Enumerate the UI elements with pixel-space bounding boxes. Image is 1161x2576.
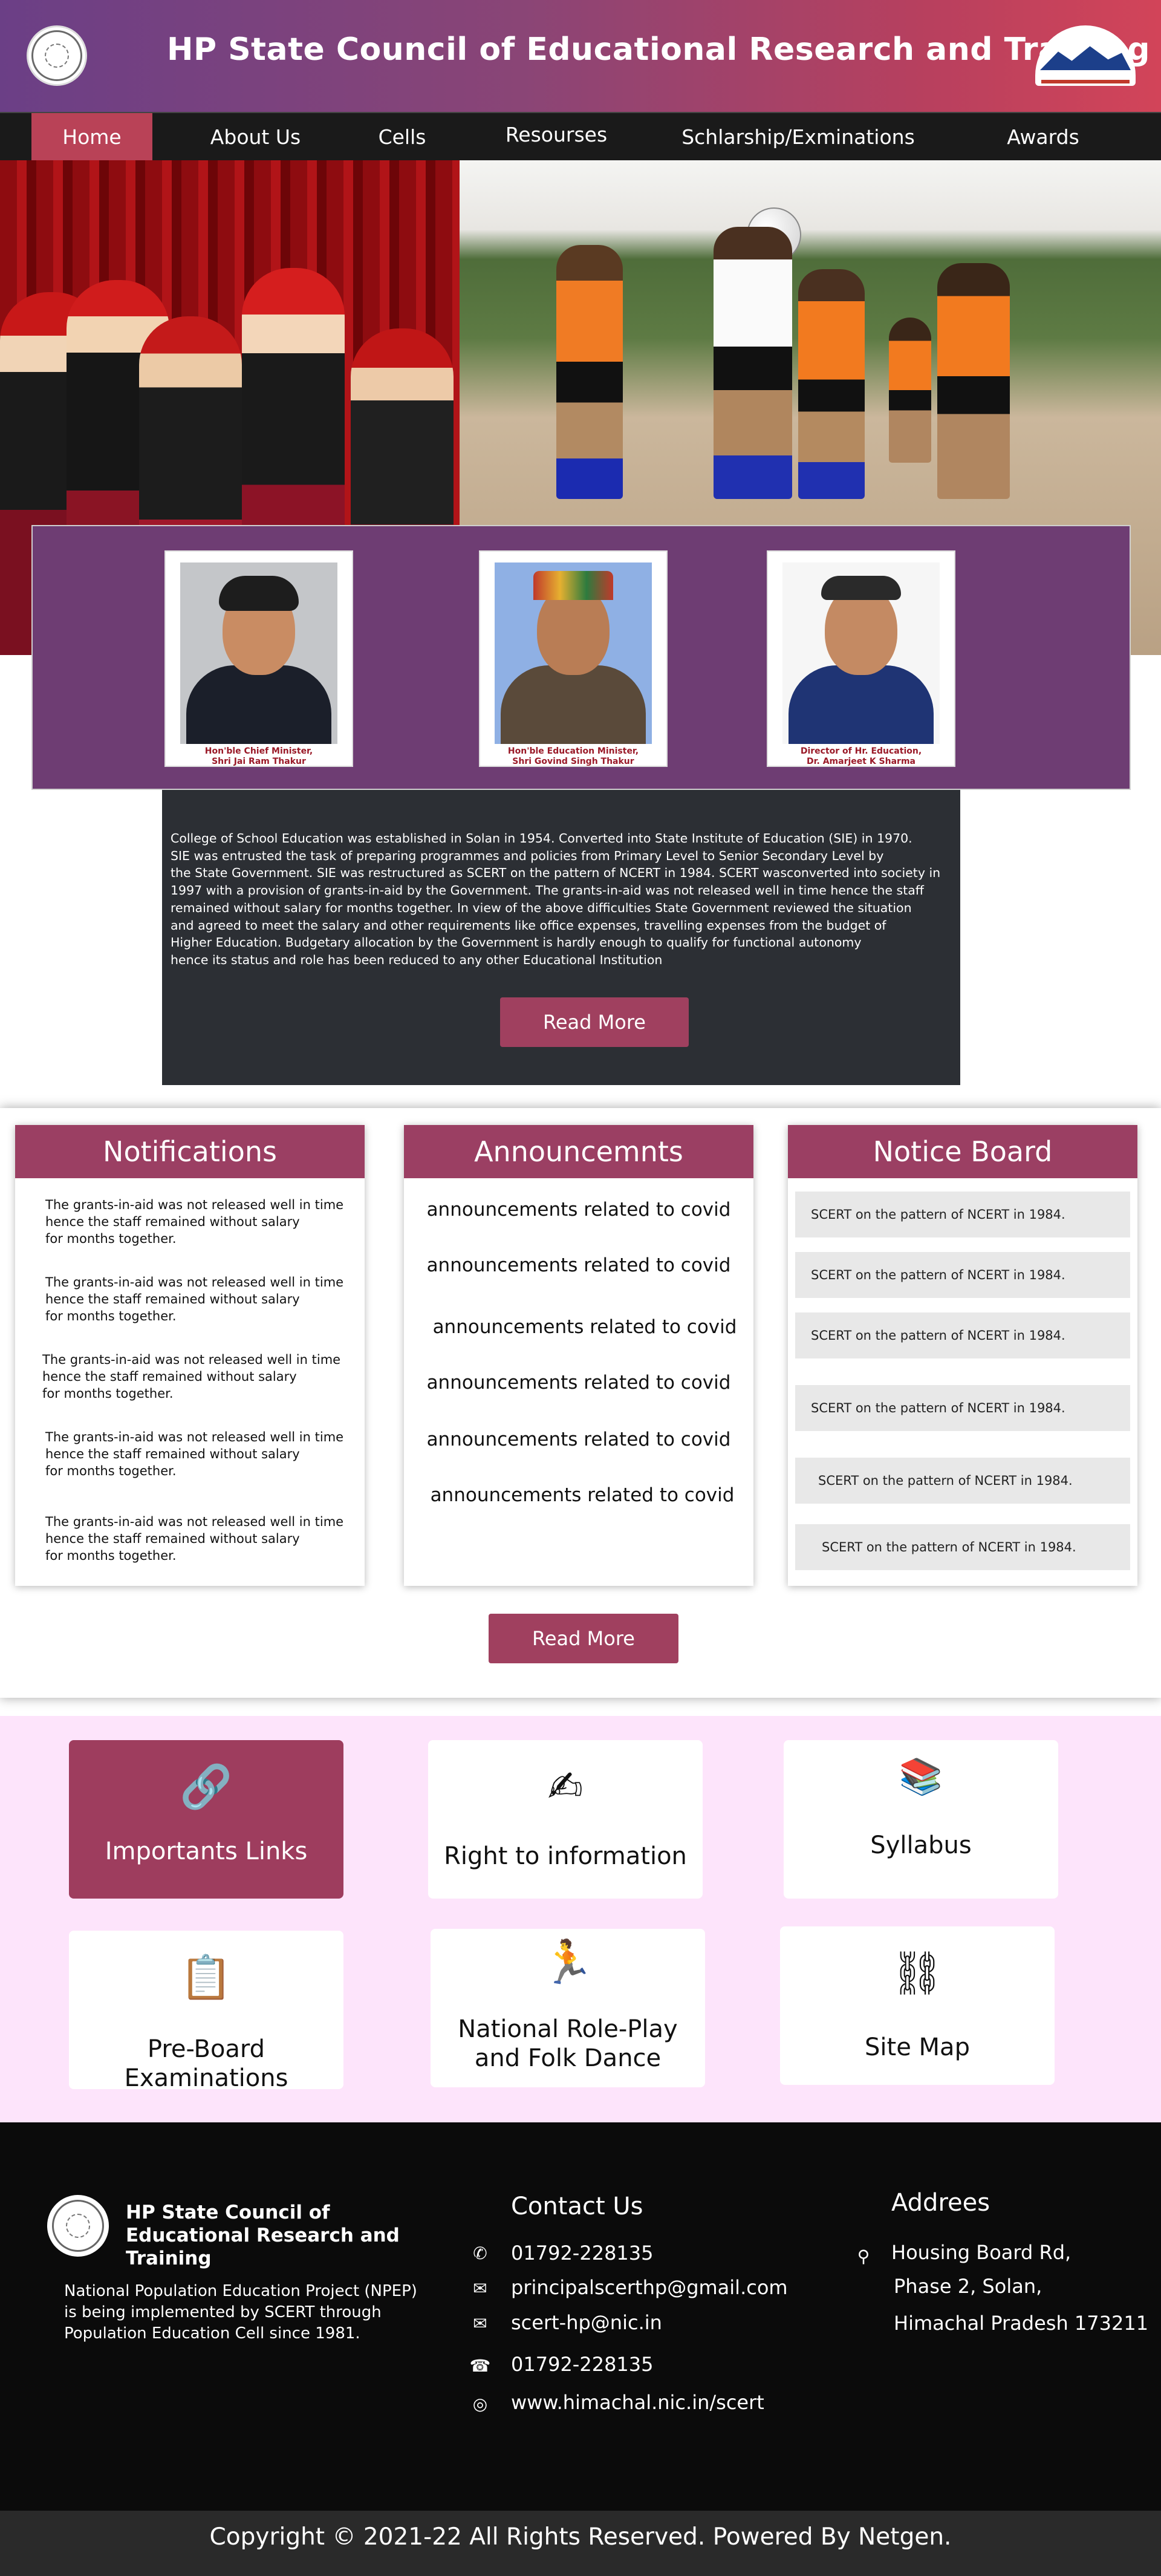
address-heading: Addrees (891, 2189, 990, 2217)
footer-scert-logo[interactable] (47, 2195, 109, 2257)
leader-caption: Hon'ble Education Minister, Shri Govind S… (507, 746, 639, 766)
notice-item[interactable]: SCERT on the pattern of NCERT in 1984. (795, 1385, 1130, 1431)
tile-label: National Role-Play and Folk Dance (458, 2015, 678, 2072)
email-icon: ✉ (473, 2278, 487, 2298)
notice-item[interactable]: SCERT on the pattern of NCERT in 1984. (795, 1192, 1130, 1237)
announcement-item[interactable]: announcements related to covid (404, 1199, 753, 1221)
nav-awards[interactable]: Awards (992, 113, 1094, 161)
nav-scholarship-examinations[interactable]: Schlarship/Exminations (677, 113, 919, 161)
contact-phone[interactable]: 01792-228135 (511, 2242, 654, 2265)
announcement-item[interactable]: announcements related to covid (410, 1316, 759, 1338)
notification-item[interactable]: The grants-in-aid was not released well … (45, 1513, 343, 1564)
footer-description: National Population Education Project (N… (64, 2282, 417, 2343)
contact-email-secondary[interactable]: scert-hp@nic.in (511, 2311, 662, 2334)
education-minister-photo (495, 562, 652, 744)
director-photo (782, 562, 940, 744)
globe-icon: ◎ (472, 2394, 488, 2414)
announcement-item[interactable]: announcements related to covid (404, 1372, 753, 1394)
sitemap-icon: ⛓ (890, 1948, 945, 1998)
leader-card-director: Director of Hr. Education, Dr. Amarjeet K… (767, 550, 955, 767)
address-line-1: Housing Board Rd, (891, 2241, 1072, 2264)
nav-resources[interactable]: Resourses (496, 113, 617, 161)
main-nav: Home About Us Cells Resourses Schlarship… (0, 112, 1161, 161)
books-icon: 📚 (899, 1756, 943, 1797)
announcement-item[interactable]: announcements related to covid (404, 1429, 753, 1450)
pen-hand-icon: ✍ (547, 1762, 584, 1811)
role-play-folk-dance-tile[interactable]: 🏃 National Role-Play and Folk Dance (431, 1929, 705, 2087)
nav-cells[interactable]: Cells (363, 113, 441, 161)
quick-links-section: 🔗 Importants Links ✍ Right to informatio… (0, 1716, 1161, 2122)
notice-item[interactable]: SCERT on the pattern of NCERT in 1984. (795, 1458, 1130, 1504)
important-links-tile[interactable]: 🔗 Importants Links (69, 1740, 343, 1899)
boards-read-more-button[interactable]: Read More (489, 1614, 678, 1663)
site-title: HP State Council of Educational Research… (167, 31, 1150, 68)
fax-icon: ☎ (469, 2356, 491, 2376)
phone-icon: ✆ (473, 2243, 487, 2263)
site-footer: HP State Council of Educational Research… (0, 2122, 1161, 2511)
pre-board-examinations-tile[interactable]: 📋 Pre-Board Examinations (69, 1931, 343, 2092)
about-intro-box: College of School Education was establis… (162, 790, 960, 1085)
running-person-icon: 🏃 (541, 1937, 594, 1987)
tile-label: Right to information (444, 1842, 687, 1870)
tile-label: Pre-Board Examinations (124, 2035, 288, 2092)
scert-logo[interactable] (27, 25, 87, 86)
right-to-information-tile[interactable]: ✍ Right to information (428, 1740, 703, 1899)
notification-item[interactable]: The grants-in-aid was not released well … (45, 1429, 343, 1479)
email-icon: ✉ (473, 2314, 487, 2333)
intro-read-more-button[interactable]: Read More (500, 997, 689, 1047)
notification-item[interactable]: The grants-in-aid was not released well … (45, 1196, 343, 1247)
intro-text: College of School Education was establis… (171, 831, 941, 967)
exam-document-icon: 📋 (180, 1952, 233, 2002)
announcement-item[interactable]: announcements related to covid (408, 1484, 757, 1506)
contact-website[interactable]: www.himachal.nic.in/scert (511, 2391, 764, 2414)
contact-fax[interactable]: 01792-228135 (511, 2353, 654, 2376)
notifications-heading: Notifications (15, 1125, 365, 1178)
tile-label: Site Map (865, 2033, 970, 2061)
chief-minister-photo (180, 562, 337, 744)
leader-caption: Director of Hr. Education, Dr. Amarjeet K… (800, 746, 922, 766)
notice-item[interactable]: SCERT on the pattern of NCERT in 1984. (795, 1312, 1130, 1358)
footer-org-name: HP State Council of Educational Research… (126, 2202, 400, 2269)
syllabus-tile[interactable]: 📚 Syllabus (784, 1740, 1058, 1899)
notice-item[interactable]: SCERT on the pattern of NCERT in 1984. (795, 1524, 1130, 1570)
address-line-2: Phase 2, Solan, (894, 2275, 1042, 2298)
notice-board-panel: Notice Board SCERT on the pattern of NCE… (788, 1125, 1137, 1586)
leaders-panel: Hon'ble Chief Minister, Shri Jai Ram Thak… (31, 525, 1131, 790)
announcements-panel: Announcemnts announcements related to co… (404, 1125, 753, 1586)
leader-card-chief-minister: Hon'ble Chief Minister, Shri Jai Ram Thak… (164, 550, 353, 767)
notice-board-heading: Notice Board (788, 1125, 1137, 1178)
contact-heading: Contact Us (511, 2193, 643, 2220)
notifications-panel: Notifications The grants-in-aid was not … (15, 1125, 365, 1586)
contact-email-primary[interactable]: principalscerthp@gmail.com (511, 2276, 788, 2299)
site-header: HP State Council of Educational Research… (0, 0, 1161, 112)
announcement-item[interactable]: announcements related to covid (404, 1254, 753, 1276)
notice-item[interactable]: SCERT on the pattern of NCERT in 1984. (795, 1252, 1130, 1298)
announcements-heading: Announcemnts (404, 1125, 753, 1178)
copyright-bar: Copyright © 2021-22 All Rights Reserved.… (0, 2511, 1161, 2576)
location-pin-icon: ⚲ (857, 2246, 870, 2266)
address-line-3: Himachal Pradesh 173211 (894, 2312, 1149, 2335)
notification-item[interactable]: The grants-in-aid was not released well … (45, 1274, 343, 1325)
leader-caption: Hon'ble Chief Minister, Shri Jai Ram Thak… (204, 746, 313, 766)
leader-card-education-minister: Hon'ble Education Minister, Shri Govind S… (479, 550, 668, 767)
notification-item[interactable]: The grants-in-aid was not released well … (42, 1351, 340, 1402)
nav-about-us[interactable]: About Us (200, 113, 311, 161)
tile-label: Syllabus (870, 1831, 972, 1859)
tile-label: Importants Links (105, 1837, 308, 1865)
site-map-tile[interactable]: ⛓ Site Map (780, 1926, 1055, 2085)
nav-home[interactable]: Home (31, 113, 152, 161)
boards-section: Notifications The grants-in-aid was not … (0, 1108, 1161, 1698)
link-icon: 🔗 (180, 1762, 233, 1811)
